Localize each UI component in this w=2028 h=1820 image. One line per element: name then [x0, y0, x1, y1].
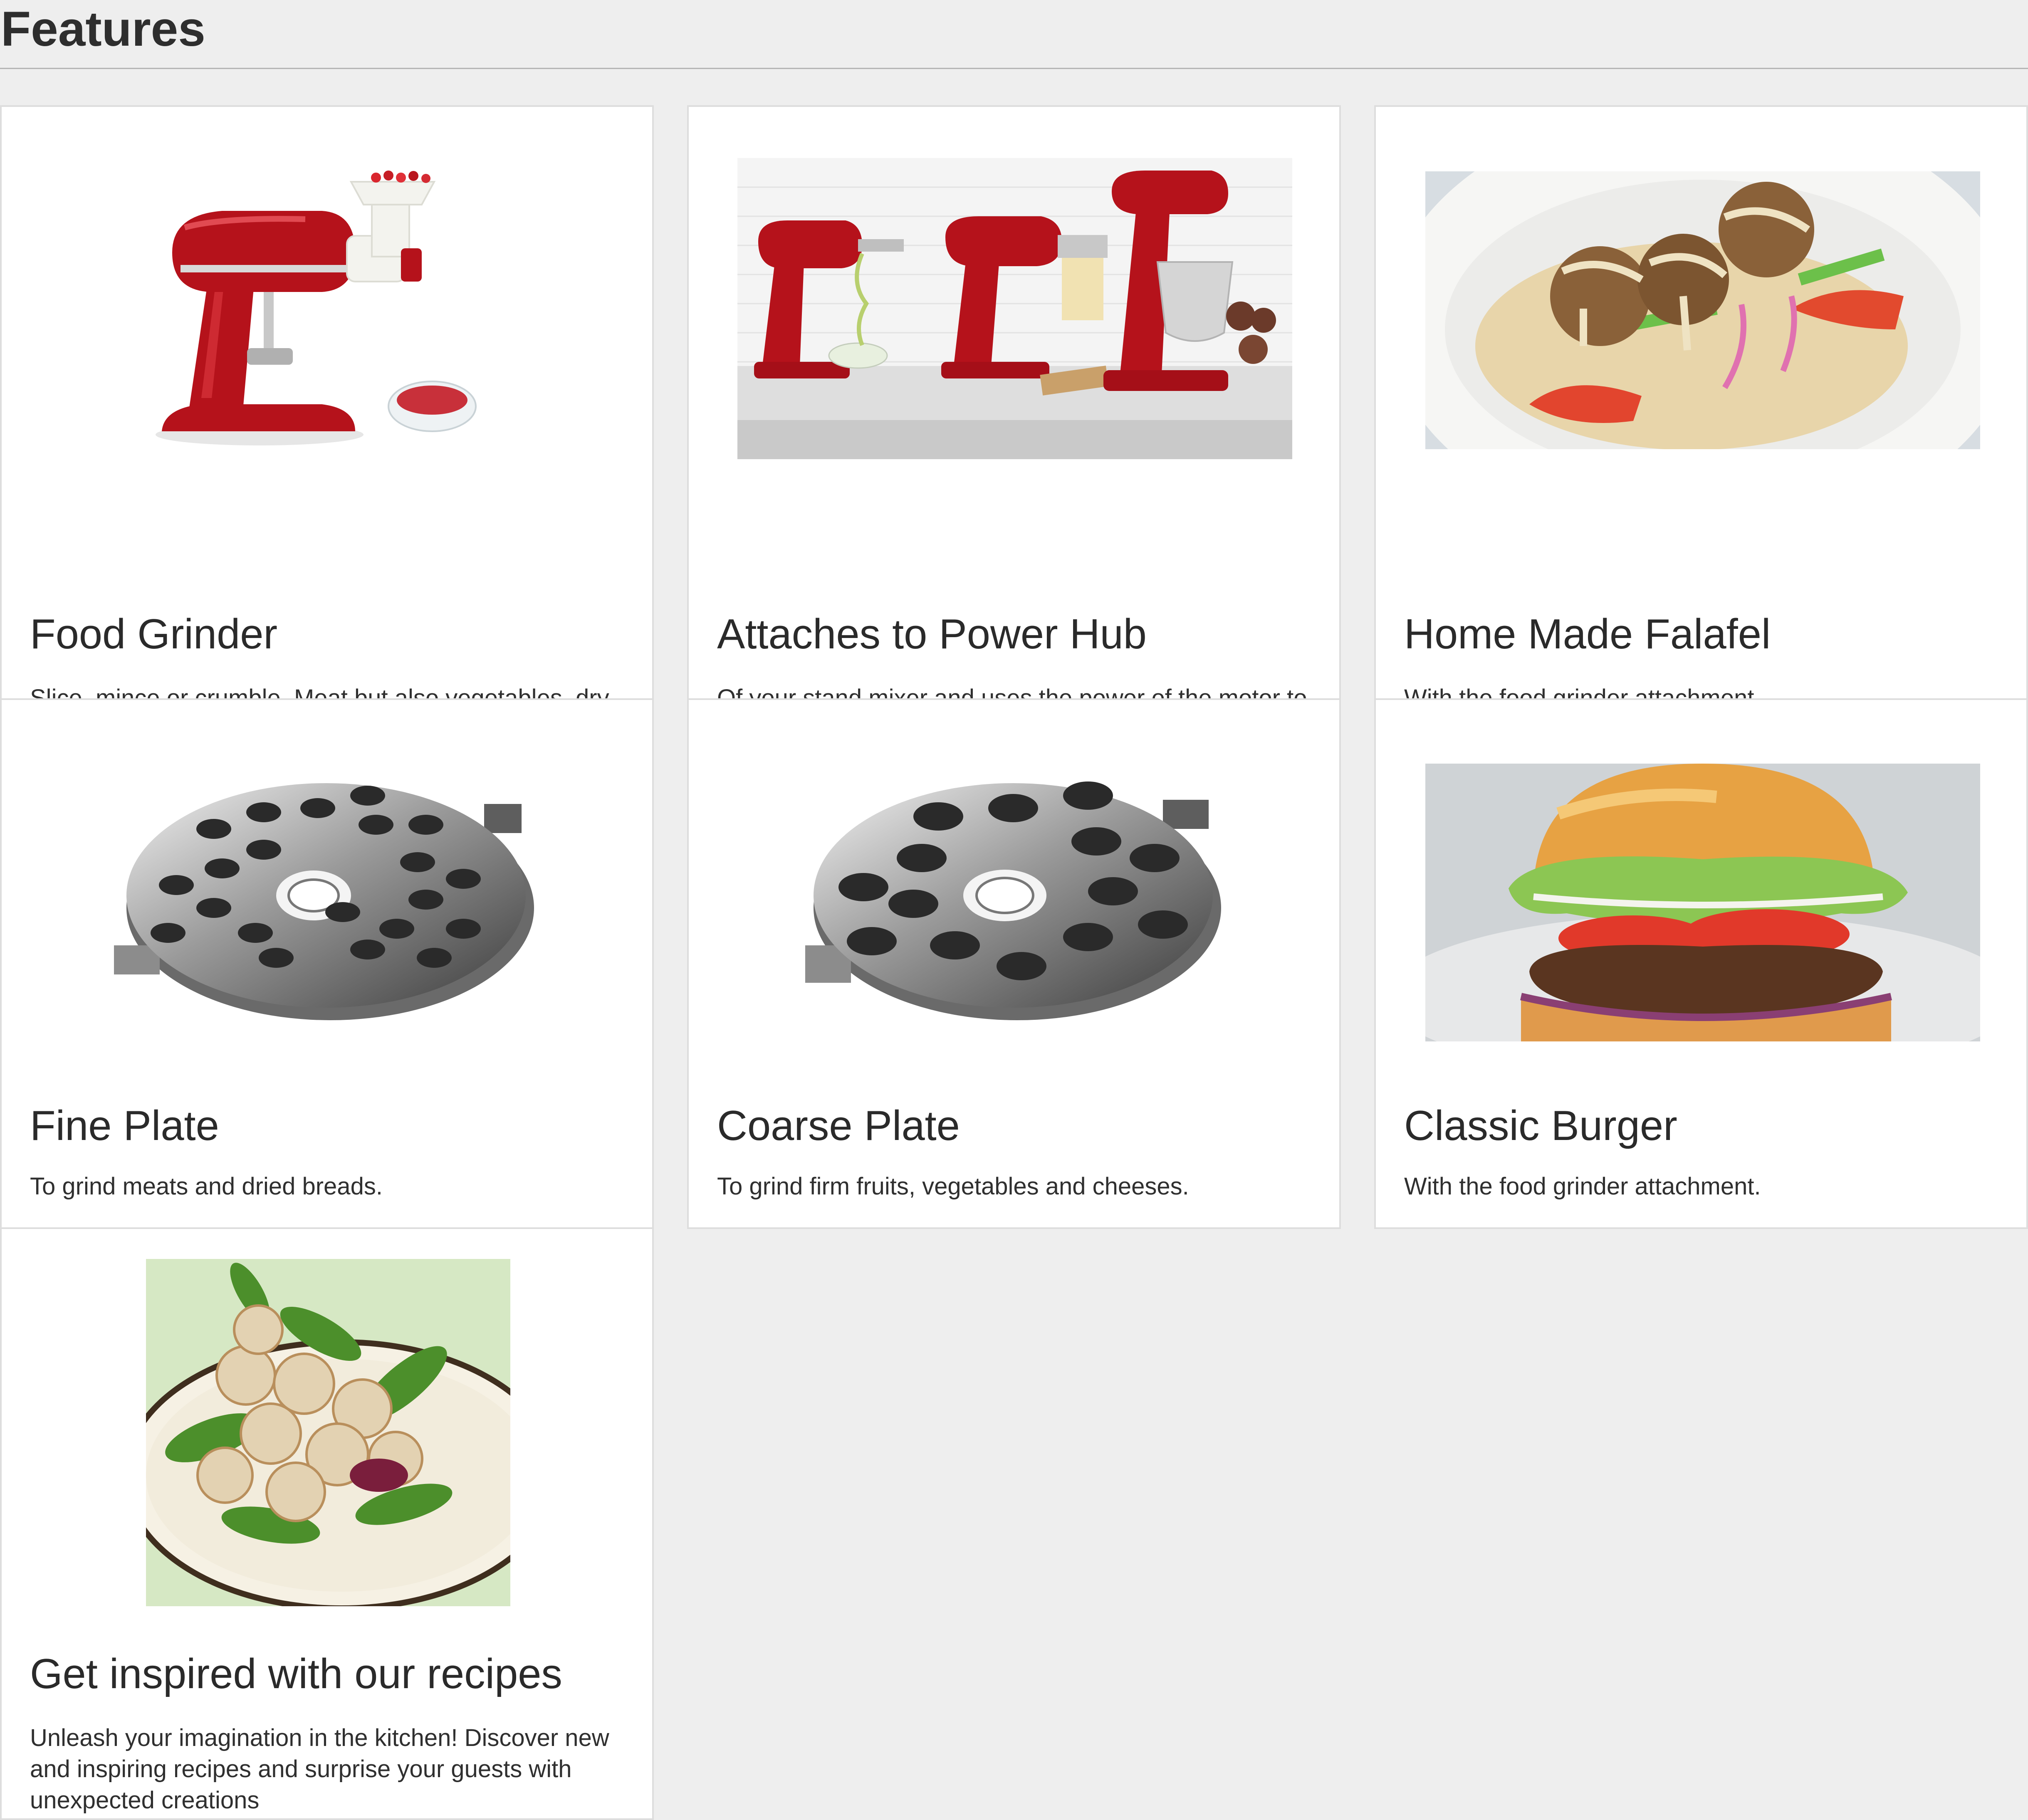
recipes-image [146, 1259, 510, 1606]
card-description: With the food grinder attachment. [1404, 685, 1761, 700]
coarse-plate-image [797, 771, 1234, 1029]
card-title: Food Grinder [30, 611, 278, 658]
card-description: With the food grinder attachment. [1404, 1173, 1761, 1200]
falafel-image [1425, 171, 1980, 449]
page-title: Features [0, 0, 2028, 69]
card-description: To grind firm fruits, vegetables and che… [717, 1173, 1189, 1200]
feature-card-recipes[interactable]: Get inspired with our recipes Unleash yo… [0, 1227, 654, 1820]
card-title: Attaches to Power Hub [717, 611, 1147, 658]
card-description: Of your stand mixer and uses the power o… [717, 685, 1307, 700]
card-description: To grind meats and dried breads. [30, 1173, 383, 1200]
card-title: Get inspired with our recipes [30, 1651, 562, 1697]
feature-card-food-grinder[interactable]: Food Grinder Slice, mince or crumble. Me… [0, 105, 654, 700]
feature-card-fine-plate[interactable]: Fine Plate To grind meats and dried brea… [0, 698, 654, 1229]
feature-card-classic-burger[interactable]: Classic Burger With the food grinder att… [1374, 698, 2028, 1229]
card-description: Slice, mince or crumble. Meat but also v… [30, 685, 609, 700]
power-hub-image [737, 158, 1292, 459]
card-description: Unleash your imagination in the kitchen!… [30, 1724, 609, 1814]
card-title: Home Made Falafel [1404, 611, 1771, 658]
card-title: Fine Plate [30, 1103, 219, 1149]
feature-card-power-hub[interactable]: Attaches to Power Hub Of your stand mixe… [687, 105, 1341, 700]
feature-card-coarse-plate[interactable]: Coarse Plate To grind firm fruits, veget… [687, 698, 1341, 1229]
food-grinder-image [139, 165, 505, 456]
classic-burger-image [1425, 764, 1980, 1041]
feature-card-falafel[interactable]: Home Made Falafel With the food grinder … [1374, 105, 2028, 700]
card-title: Coarse Plate [717, 1103, 960, 1149]
card-title: Classic Burger [1404, 1103, 1677, 1149]
fine-plate-image [110, 771, 547, 1029]
